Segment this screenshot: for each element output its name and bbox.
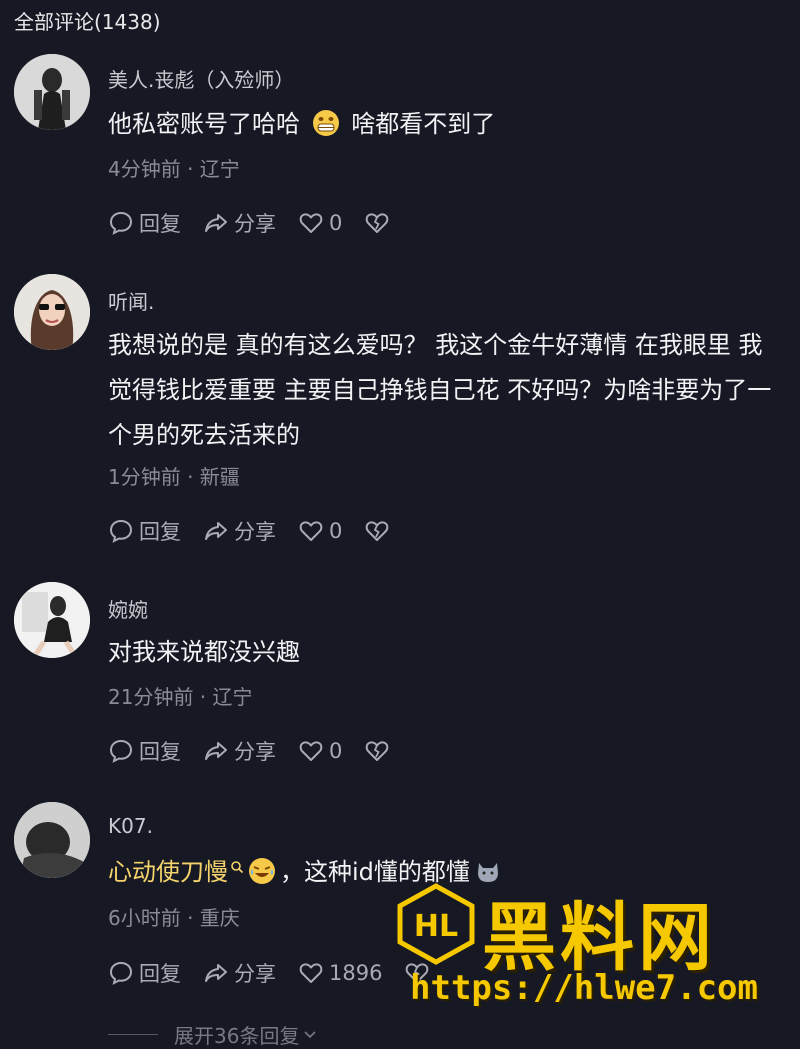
heart-icon xyxy=(299,213,323,233)
comment-text: 对我来说都没兴趣 xyxy=(108,638,300,666)
avatar[interactable] xyxy=(14,802,90,878)
avatar[interactable] xyxy=(14,54,90,130)
reply-label: 回复 xyxy=(139,520,181,544)
broken-heart-icon xyxy=(366,213,389,233)
reply-label: 回复 xyxy=(139,740,181,764)
watermark-logo-text: HL xyxy=(414,909,458,944)
search-icon[interactable] xyxy=(230,860,244,874)
like-count: 0 xyxy=(329,519,343,543)
share-arrow-icon xyxy=(205,214,227,232)
comment-text-part: 啥都看不到了 xyxy=(343,110,496,138)
comment-text: 我想说的是 真的有这么爱吗？ 我这个金牛好薄情 在我眼里 我觉得钱比爱重要 主要… xyxy=(108,331,772,449)
comment-bubble-icon xyxy=(109,211,133,235)
avatar[interactable] xyxy=(14,582,90,658)
reply-button[interactable]: 回复 xyxy=(108,958,181,988)
like-button[interactable]: 0 xyxy=(298,738,342,764)
comment-bubble-icon xyxy=(109,739,133,763)
grimacing-emoji-icon xyxy=(312,110,339,136)
expand-replies-button[interactable]: 展开36条回复 xyxy=(108,1020,317,1049)
like-button[interactable]: 1896 xyxy=(298,960,382,986)
share-arrow-icon xyxy=(205,742,227,760)
comment-username[interactable]: 听闻. xyxy=(108,286,154,315)
comment-bubble-icon xyxy=(109,519,133,543)
comment-username[interactable]: 婉婉 xyxy=(108,594,148,623)
comment-username[interactable]: K07. xyxy=(108,814,153,838)
like-button[interactable]: 0 xyxy=(298,210,342,236)
dislike-button[interactable] xyxy=(364,738,390,764)
avatar[interactable] xyxy=(14,274,90,350)
like-count: 0 xyxy=(329,739,343,763)
comment-bubble-icon xyxy=(109,961,133,985)
heart-icon xyxy=(299,521,323,541)
comment-text: 他私密账号了哈哈 啥都看不到了 xyxy=(108,102,778,147)
share-button[interactable]: 分享 xyxy=(203,958,276,988)
divider xyxy=(108,1034,158,1035)
dislike-button[interactable] xyxy=(364,210,390,236)
chevron-down-icon xyxy=(304,1030,317,1038)
laughing-crying-emoji-icon xyxy=(249,858,275,884)
comment-actions: 回复 分享 0 xyxy=(108,516,412,546)
like-count: 1896 xyxy=(329,961,383,985)
watermark-url: https://hlwe7.com xyxy=(410,968,758,1008)
share-button[interactable]: 分享 xyxy=(203,208,276,238)
share-label: 分享 xyxy=(234,962,276,986)
broken-heart-icon xyxy=(366,521,389,541)
heart-icon xyxy=(299,741,323,761)
dislike-button[interactable] xyxy=(364,518,390,544)
comment-meta: 21分钟前 · 辽宁 xyxy=(108,685,253,709)
reply-button[interactable]: 回复 xyxy=(108,736,181,766)
reply-label: 回复 xyxy=(139,962,181,986)
comment-meta: 6小时前 · 重庆 xyxy=(108,906,240,930)
share-label: 分享 xyxy=(234,740,276,764)
share-label: 分享 xyxy=(234,520,276,544)
reply-button[interactable]: 回复 xyxy=(108,516,181,546)
share-arrow-icon xyxy=(205,522,227,540)
mention-link[interactable]: 心动使刀慢 xyxy=(108,858,228,886)
comments-header: 全部评论(1438) xyxy=(14,10,161,34)
like-button[interactable]: 0 xyxy=(298,518,342,544)
broken-heart-icon xyxy=(366,741,389,761)
comment-actions: 回复 分享 0 xyxy=(108,208,412,238)
reply-label: 回复 xyxy=(139,212,181,236)
comment-meta: 4分钟前 · 辽宁 xyxy=(108,157,240,181)
reply-button[interactable]: 回复 xyxy=(108,208,181,238)
share-arrow-icon xyxy=(205,964,227,982)
share-label: 分享 xyxy=(234,212,276,236)
share-button[interactable]: 分享 xyxy=(203,516,276,546)
like-count: 0 xyxy=(329,211,343,235)
comment-meta: 1分钟前 · 新疆 xyxy=(108,465,240,489)
heart-icon xyxy=(299,963,323,983)
comment-actions: 回复 分享 0 xyxy=(108,736,412,766)
watermark: HL 黑料网 https://hlwe7.com xyxy=(386,878,796,1008)
watermark-logo: HL xyxy=(397,883,475,965)
comment-text-part: 他私密账号了哈哈 xyxy=(108,110,308,138)
share-button[interactable]: 分享 xyxy=(203,736,276,766)
comment-username[interactable]: 美人.丧彪（入殓师） xyxy=(108,64,294,93)
expand-replies-label: 展开36条回复 xyxy=(174,1024,300,1048)
